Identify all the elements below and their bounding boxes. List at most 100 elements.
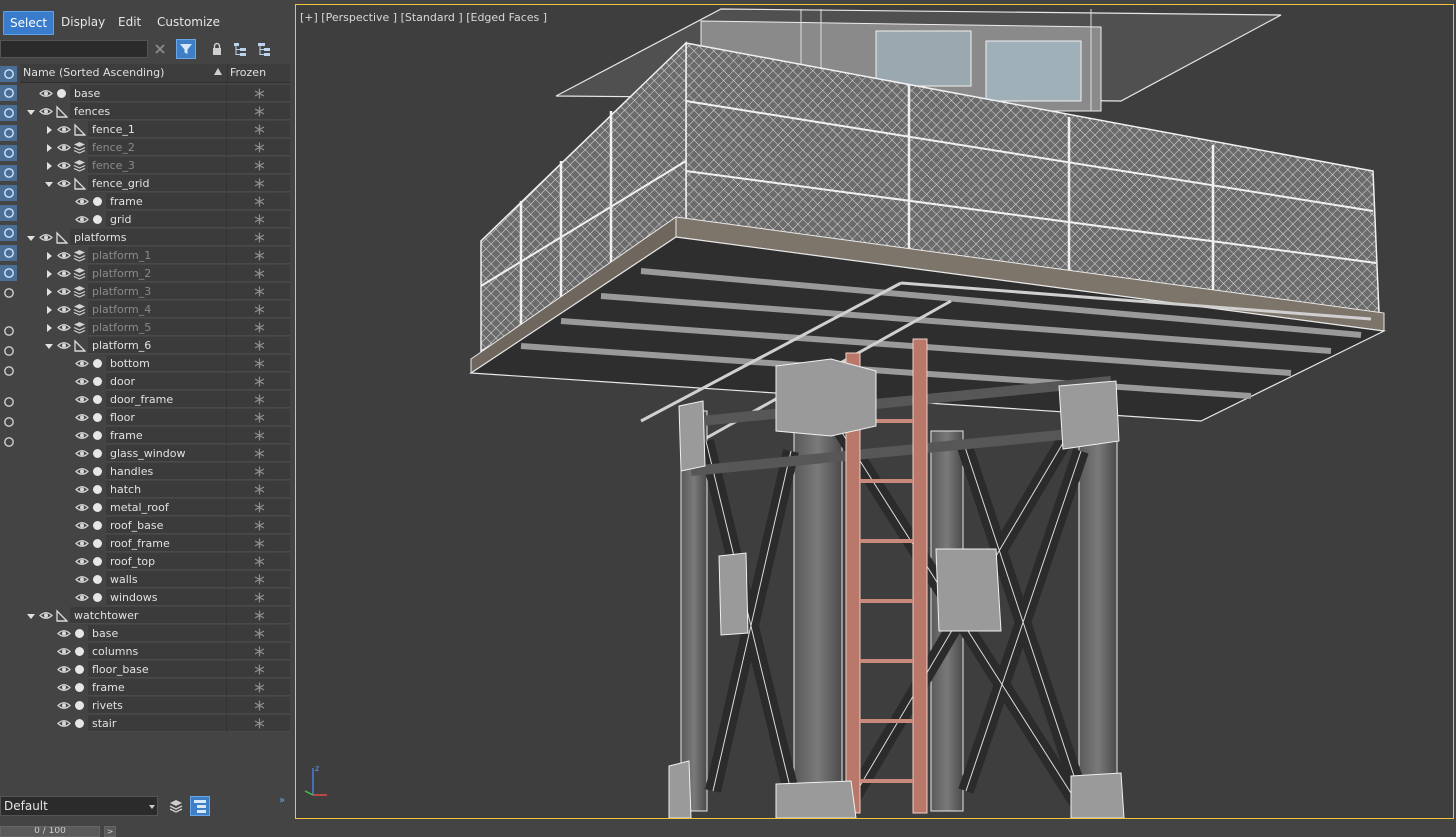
viewport-label[interactable]: [+] [Perspective ] [Standard ] [Edged Fa… [300, 11, 547, 24]
menu-select[interactable]: Select [3, 11, 55, 35]
visibility-eye-icon[interactable] [57, 664, 71, 675]
visibility-eye-icon[interactable] [57, 178, 71, 189]
tree-row[interactable]: glass_window [20, 445, 290, 462]
container-icon[interactable] [0, 245, 17, 261]
frozen-toggle-icon[interactable] [226, 85, 291, 102]
collapsed-arrow-icon[interactable] [44, 161, 54, 171]
tree-row[interactable]: walls [20, 571, 290, 588]
visibility-eye-icon[interactable] [57, 628, 71, 639]
visibility-eye-icon[interactable] [39, 88, 53, 99]
frozen-toggle-icon[interactable] [226, 697, 291, 714]
visibility-eye-icon[interactable] [75, 538, 89, 549]
expand-panel-icon[interactable]: » [279, 795, 285, 806]
filter-icon[interactable] [0, 414, 17, 430]
geometry-icon[interactable] [0, 85, 17, 101]
frozen-toggle-icon[interactable] [226, 499, 291, 516]
layer-list-icon[interactable] [0, 323, 17, 339]
column-frozen-header[interactable]: Frozen [227, 64, 292, 82]
expand-arrow-icon[interactable] [44, 341, 54, 351]
tree-row[interactable]: fences [20, 103, 290, 120]
tree-row[interactable]: stair [20, 715, 290, 732]
helper-icon[interactable] [0, 145, 17, 161]
visibility-eye-icon[interactable] [75, 592, 89, 603]
tree-row[interactable]: platform_4 [20, 301, 290, 318]
light-icon[interactable] [0, 105, 17, 121]
tree-row[interactable]: platform_2 [20, 265, 290, 282]
tree-row[interactable]: metal_roof [20, 499, 290, 516]
visibility-eye-icon[interactable] [57, 682, 71, 693]
layers-icon[interactable] [166, 796, 186, 816]
sort-ascending-icon[interactable] [214, 68, 222, 75]
properties-icon[interactable] [0, 363, 17, 379]
expand-arrow-icon[interactable] [26, 611, 36, 621]
tree-row[interactable]: frame [20, 679, 290, 696]
visibility-eye-icon[interactable] [57, 646, 71, 657]
visibility-eye-icon[interactable] [75, 394, 89, 405]
collapsed-arrow-icon[interactable] [44, 269, 54, 279]
tree-row[interactable]: base [20, 625, 290, 642]
collapsed-arrow-icon[interactable] [44, 287, 54, 297]
collapsed-arrow-icon[interactable] [44, 251, 54, 261]
tree-row[interactable]: bottom [20, 355, 290, 372]
layer-dropdown[interactable]: Default [0, 796, 158, 816]
tree-row[interactable]: floor [20, 409, 290, 426]
hierarchy-icon[interactable] [0, 434, 17, 450]
frozen-toggle-icon[interactable] [226, 319, 291, 336]
frozen-toggle-icon[interactable] [226, 715, 291, 732]
tree-row[interactable]: fence_3 [20, 157, 290, 174]
visibility-eye-icon[interactable] [75, 214, 89, 225]
frozen-toggle-icon[interactable] [226, 481, 291, 498]
visibility-eye-icon[interactable] [57, 160, 71, 171]
tree-row[interactable]: floor_base [20, 661, 290, 678]
frozen-toggle-icon[interactable] [226, 193, 291, 210]
tree-row[interactable]: platform_1 [20, 247, 290, 264]
visibility-eye-icon[interactable] [39, 106, 53, 117]
tree-row[interactable]: rivets [20, 697, 290, 714]
visibility-eye-icon[interactable] [57, 142, 71, 153]
tree-row[interactable]: platforms [20, 229, 290, 246]
tree-row[interactable]: fence_grid [20, 175, 290, 192]
time-slider-next-button[interactable]: > [104, 826, 116, 837]
frozen-toggle-icon[interactable] [226, 301, 291, 318]
frozen-toggle-icon[interactable] [226, 121, 291, 138]
tree-row[interactable]: columns [20, 643, 290, 660]
visibility-eye-icon[interactable] [57, 700, 71, 711]
visibility-eye-icon[interactable] [75, 484, 89, 495]
camera-icon[interactable] [0, 125, 17, 141]
frozen-toggle-icon[interactable] [226, 265, 291, 282]
tree-row[interactable]: watchtower [20, 607, 290, 624]
tree-row[interactable]: frame [20, 427, 290, 444]
frozen-icon[interactable] [0, 265, 17, 281]
time-slider[interactable]: 0 / 100 [0, 826, 100, 837]
column-name-header[interactable]: Name (Sorted Ascending) [23, 64, 164, 82]
frozen-toggle-icon[interactable] [226, 409, 291, 426]
frozen-toggle-icon[interactable] [226, 337, 291, 354]
visibility-eye-icon[interactable] [75, 502, 89, 513]
frozen-toggle-icon[interactable] [226, 643, 291, 660]
visibility-eye-icon[interactable] [39, 610, 53, 621]
tree-row[interactable]: roof_top [20, 553, 290, 570]
tree-row[interactable]: platform_3 [20, 283, 290, 300]
frozen-toggle-icon[interactable] [226, 373, 291, 390]
filter-funnel-icon[interactable] [0, 394, 17, 410]
tree-row[interactable]: fence_2 [20, 139, 290, 156]
frozen-toggle-icon[interactable] [226, 157, 291, 174]
menu-display[interactable]: Display [55, 11, 111, 33]
visibility-eye-icon[interactable] [57, 250, 71, 261]
tree-row[interactable]: fence_1 [20, 121, 290, 138]
spacewarp-icon[interactable] [0, 165, 17, 181]
visibility-eye-icon[interactable] [75, 358, 89, 369]
frozen-toggle-icon[interactable] [226, 679, 291, 696]
frozen-toggle-icon[interactable] [226, 427, 291, 444]
frozen-toggle-icon[interactable] [226, 571, 291, 588]
frozen-toggle-icon[interactable] [226, 391, 291, 408]
tree-row[interactable]: platform_5 [20, 319, 290, 336]
frozen-toggle-icon[interactable] [226, 139, 291, 156]
tree-row[interactable]: door [20, 373, 290, 390]
visibility-eye-icon[interactable] [57, 340, 71, 351]
group-icon[interactable] [0, 185, 17, 201]
visibility-eye-icon[interactable] [75, 412, 89, 423]
frozen-toggle-icon[interactable] [226, 589, 291, 606]
frozen-toggle-icon[interactable] [226, 517, 291, 534]
visibility-eye-icon[interactable] [57, 304, 71, 315]
